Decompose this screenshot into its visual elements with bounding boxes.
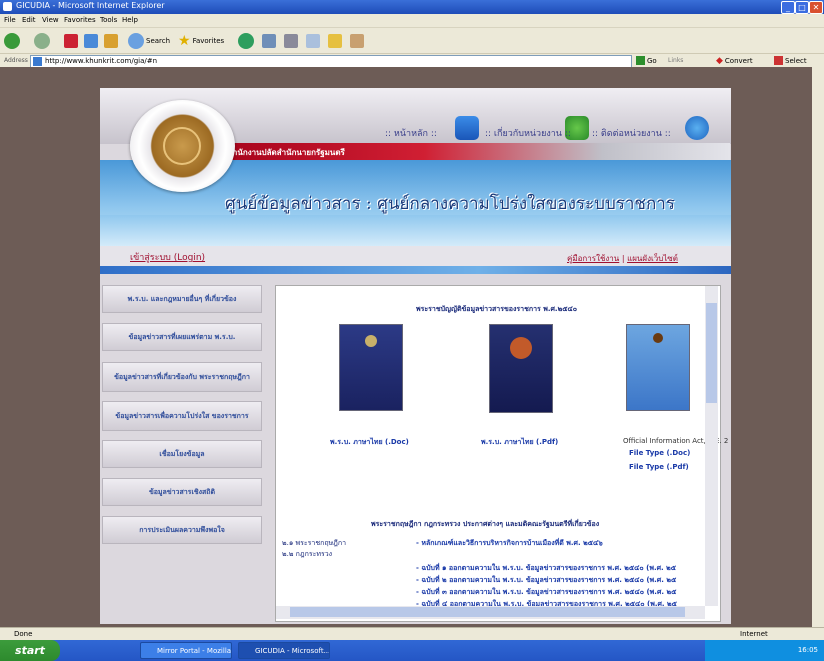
close-button[interactable]: ✕ (809, 1, 823, 14)
menu-item-laws[interactable]: พ.ร.บ. และกฎหมายอื่นๆ ที่เกี่ยวข้อง (102, 285, 262, 313)
login-bar: เข้าสู่ระบบ (Login) คู่มือการใช้งาน | แผ… (100, 246, 731, 266)
go-arrow-icon (636, 56, 645, 65)
mail-icon[interactable] (262, 34, 276, 48)
book-cover-doc[interactable] (339, 324, 403, 411)
address-label: Address (4, 57, 28, 64)
select-button[interactable]: Select (774, 55, 807, 66)
page-icon (33, 57, 42, 66)
book-emblem-icon (510, 337, 532, 359)
menu-item-published-info[interactable]: ข้อมูลข่าวสารที่เผยแพร่ตาม พ.ร.บ. (102, 323, 262, 351)
menu-tools[interactable]: Tools (100, 16, 117, 24)
edit-icon[interactable] (306, 34, 320, 48)
list-item-link[interactable]: - ฉบับที่ ๑ ออกตามความใน พ.ร.บ. ข้อมูลข่… (416, 563, 676, 574)
home-icon[interactable] (104, 34, 118, 48)
convert-icon: ◆ (716, 55, 723, 66)
search-icon (128, 33, 144, 49)
government-seal-logo (130, 100, 235, 192)
messenger-icon[interactable] (350, 34, 364, 48)
refresh-icon[interactable] (84, 34, 98, 48)
content-hscroll-thumb[interactable] (290, 607, 685, 617)
maximize-button[interactable]: □ (795, 1, 809, 14)
folder-icon[interactable] (328, 34, 342, 48)
print-icon[interactable] (284, 34, 298, 48)
book-emblem-icon (365, 335, 377, 347)
list-item-link[interactable]: - ฉบับที่ ๓ ออกตามความใน พ.ร.บ. ข้อมูลข่… (416, 587, 676, 598)
address-bar: Address http://www.khunkrit.com/gia/#n G… (0, 53, 824, 68)
go-button[interactable]: Go (636, 55, 657, 66)
content-scroll-thumb[interactable] (706, 303, 717, 403)
home-nav-icon[interactable] (455, 116, 479, 140)
title-bar: GICUDIA - Microsoft Internet Explorer _ … (0, 0, 824, 14)
agency-bar: สำนักงานปลัดสำนักนายกรัฐมนตรี (220, 143, 730, 160)
convert-button[interactable]: ◆ Convert (716, 55, 753, 66)
browser-scrollbar[interactable] (812, 67, 824, 627)
sitemap-link[interactable]: แผนผังเว็บไซต์ (627, 254, 678, 263)
clock: 16:05 (797, 646, 818, 654)
window-title: GICUDIA - Microsoft Internet Explorer (16, 1, 165, 10)
minimize-button[interactable]: _ (781, 1, 795, 14)
menu-file[interactable]: File (4, 16, 16, 24)
status-bar: Done Internet (0, 627, 824, 641)
menu-help[interactable]: Help (122, 16, 138, 24)
nav-contact[interactable]: :: ติดต่อหน่วยงาน :: (592, 126, 671, 140)
menu-item-satisfaction[interactable]: การประเมินผลความพึงพอใจ (102, 516, 262, 544)
seal-emblem-icon (163, 127, 201, 165)
forward-icon[interactable] (34, 33, 50, 49)
doc-th-link[interactable]: พ.ร.บ. ภาษาไทย (.Doc) (330, 437, 409, 448)
login-link[interactable]: เข้าสู่ระบบ (Login) (130, 250, 205, 264)
pdf-th-link[interactable]: พ.ร.บ. ภาษาไทย (.Pdf) (481, 437, 558, 448)
book-emblem-icon (653, 333, 663, 343)
menu-view[interactable]: View (42, 16, 59, 24)
history-icon[interactable] (238, 33, 254, 49)
toolbar: Search ★ Favorites (0, 27, 824, 54)
manual-link[interactable]: คู่มือการใช้งาน (567, 254, 619, 263)
section-heading-decrees: พระราชกฤษฎีกา กฎกระทรวง ประกาศต่างๆ และม… (371, 520, 600, 528)
system-tray: 16:05 (705, 640, 824, 661)
taskbar: start Mirror Portal - Mozilla... GICUDIA… (0, 640, 824, 661)
list-item-link[interactable]: - หลักเกณฑ์และวิธีการบริหารกิจการบ้านเมื… (416, 538, 603, 549)
menu-item-data-links[interactable]: เชื่อมโยงข้อมูล (102, 440, 262, 468)
english-doc-link[interactable]: File Type (.Doc) (629, 449, 690, 457)
favorites-button[interactable]: ★ Favorites (178, 32, 224, 50)
taskbar-item-ie[interactable]: GICUDIA - Microsoft... (238, 642, 330, 659)
zone-text: Internet (740, 630, 768, 638)
agency-name: สำนักงานปลัดสำนักนายกรัฐมนตรี (228, 148, 345, 157)
link-separator: | (621, 254, 625, 263)
book-cover-pdf[interactable] (489, 324, 553, 413)
nav-about[interactable]: :: เกี่ยวกับหน่วยงาน :: (485, 126, 571, 140)
banner-sky (100, 215, 731, 246)
star-icon: ★ (178, 33, 191, 49)
nav-home[interactable]: :: หน้าหลัก :: (385, 126, 437, 140)
menu-item-decree-info[interactable]: ข้อมูลข่าวสารที่เกี่ยวข้องกับ พระราชกฤษฎ… (102, 362, 262, 392)
menu-edit[interactable]: Edit (22, 16, 36, 24)
taskbar-item-mozilla[interactable]: Mirror Portal - Mozilla... (140, 642, 232, 659)
section-heading-act: พระราชบัญญัติข้อมูลข่าวสารของราชการ พ.ศ.… (416, 305, 578, 313)
list-item-link[interactable]: - ฉบับที่ ๒ ออกตามความใน พ.ร.บ. ข้อมูลข่… (416, 575, 676, 586)
decorative-strip (100, 266, 731, 274)
menu-item-transparency-info[interactable]: ข้อมูลข่าวสารเพื่อความโปร่งใส ของราชการ (102, 401, 262, 431)
left-menu: พ.ร.บ. และกฎหมายอื่นๆ ที่เกี่ยวข้อง ข้อม… (102, 285, 262, 625)
english-pdf-link[interactable]: File Type (.Pdf) (629, 463, 689, 471)
links-label[interactable]: Links (668, 57, 683, 64)
contact-nav-icon[interactable] (685, 116, 709, 140)
menu-bar: File Edit View Favorites Tools Help (0, 14, 824, 27)
decree-label: ๒.๑ พระราชกฤษฎีกา (282, 539, 347, 547)
banner-title: ศูนย์ข้อมูลข่าวสาร : ศูนย์กลางความโปร่งใ… (225, 194, 675, 214)
select-icon (774, 56, 783, 65)
stop-icon[interactable] (64, 34, 78, 48)
menu-item-statistics[interactable]: ข้อมูลข่าวสารเชิงสถิติ (102, 478, 262, 506)
right-links: คู่มือการใช้งาน | แผนผังเว็บไซต์ (567, 252, 678, 265)
ministerial-regulation-label: ๒.๒ กฎกระทรวง (282, 550, 333, 558)
start-button[interactable]: start (0, 640, 60, 661)
search-button[interactable]: Search (128, 32, 170, 50)
ie-icon (3, 2, 12, 11)
menu-favorites[interactable]: Favorites (64, 16, 96, 24)
book-cover-english[interactable] (626, 324, 690, 411)
content-panel: พระราชบัญญัติข้อมูลข่าวสารของราชการ พ.ศ.… (275, 285, 728, 622)
status-text: Done (14, 630, 33, 638)
back-icon[interactable] (4, 33, 20, 49)
